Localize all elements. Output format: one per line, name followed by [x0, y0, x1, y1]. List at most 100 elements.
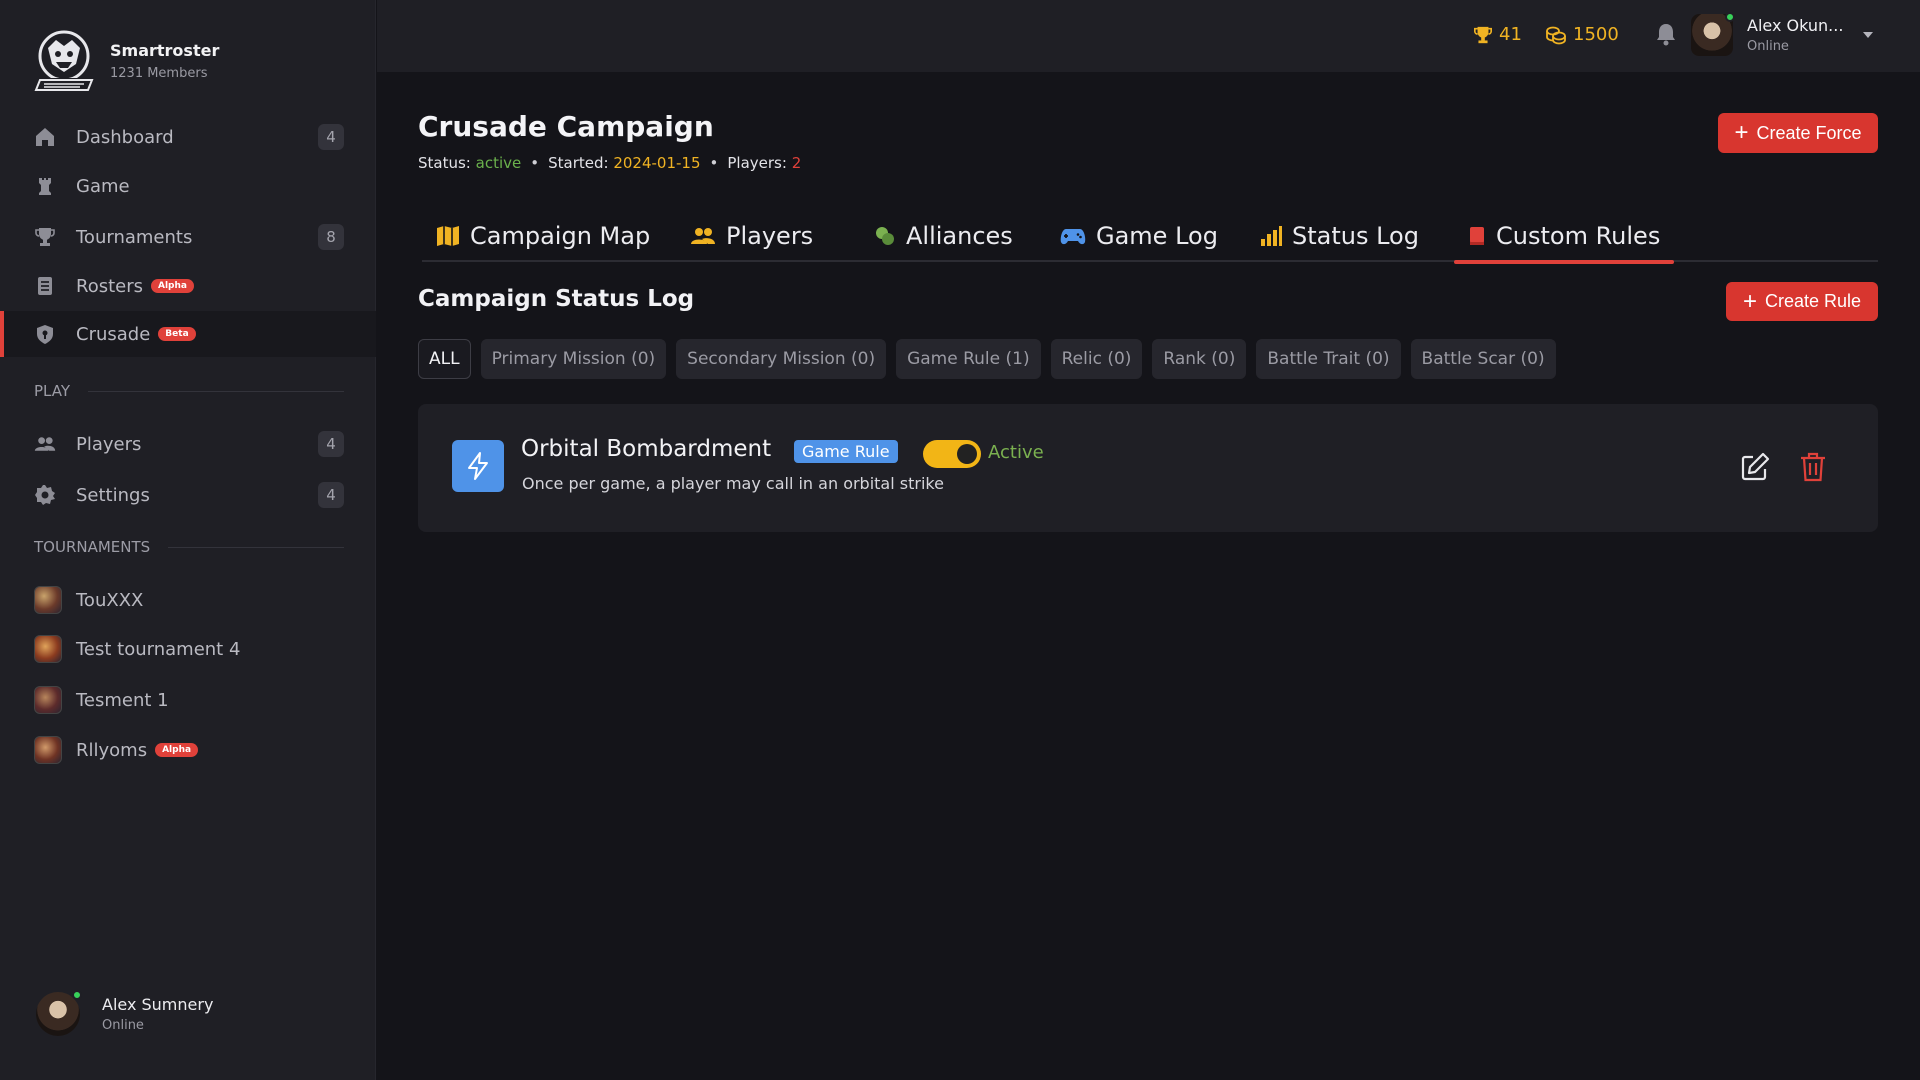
filter-chip-secondary-mission[interactable]: Secondary Mission (0) — [676, 339, 887, 379]
create-rule-button[interactable]: + Create Rule — [1726, 282, 1878, 321]
trophy-icon — [34, 226, 56, 248]
rule-card[interactable]: Orbital Bombardment Game Rule Active Onc… — [418, 404, 1878, 532]
tournament-avatar — [34, 736, 62, 764]
gamepad-icon — [1060, 229, 1086, 245]
tournament-label: TouXXX — [76, 589, 144, 611]
chess-rook-icon — [34, 175, 56, 197]
count-badge: 4 — [318, 482, 344, 508]
filter-chip-relic[interactable]: Relic (0) — [1050, 339, 1143, 379]
home-icon — [34, 126, 56, 148]
list-icon — [34, 275, 56, 297]
avatar — [36, 990, 82, 1036]
notifications-button[interactable] — [1655, 22, 1677, 50]
user-name: Alex Okun... — [1747, 16, 1844, 35]
lightning-icon — [452, 440, 504, 492]
tab-game-log[interactable]: Game Log — [1046, 210, 1232, 262]
sidebar-user[interactable]: Alex Sumnery Online — [36, 990, 214, 1036]
tab-label: Players — [726, 222, 814, 250]
member-count: 1231 Members — [110, 66, 208, 81]
button-label: Create Force — [1756, 122, 1862, 143]
plus-icon: + — [1742, 287, 1757, 315]
tab-custom-rules[interactable]: Custom Rules — [1454, 210, 1675, 264]
sidebar-item-dashboard[interactable]: Dashboard 4 — [0, 114, 376, 160]
section-label: TOURNAMENTS — [34, 538, 151, 556]
started-label: Started: — [548, 154, 609, 172]
section-title: Campaign Status Log — [418, 286, 695, 312]
plus-icon: + — [1734, 119, 1749, 146]
rule-description: Once per game, a player may call in an o… — [522, 474, 944, 493]
user-status: Online — [1747, 39, 1789, 54]
separator-dot: • — [530, 154, 540, 172]
players-label: Players: — [727, 154, 787, 172]
brand-name: Smartroster — [110, 41, 220, 60]
beta-badge: Beta — [158, 327, 196, 341]
sidebar-item-players[interactable]: Players 4 — [0, 421, 376, 467]
coin-count: 1500 — [1573, 24, 1619, 45]
sidebar-item-settings[interactable]: Settings 4 — [0, 472, 376, 518]
topbar-user-menu[interactable]: Alex Okun... Online — [1691, 12, 1844, 56]
bell-icon — [1657, 24, 1675, 46]
edit-rule-button[interactable] — [1738, 450, 1772, 484]
tab-status-log[interactable]: Status Log — [1246, 210, 1433, 262]
coins-icon — [1546, 26, 1566, 44]
sidebar-item-label: Rosters — [76, 275, 143, 297]
sidebar-item-game[interactable]: Game — [0, 163, 376, 209]
sidebar-item-label: Players — [76, 433, 142, 455]
button-label: Create Rule — [1764, 291, 1862, 311]
status-label: Status: — [418, 154, 471, 172]
map-icon — [437, 226, 459, 246]
user-status: Online — [102, 1018, 144, 1033]
filter-chip-all[interactable]: ALL — [418, 339, 471, 379]
sidebar-item-label: Crusade — [76, 323, 151, 345]
online-indicator — [72, 990, 82, 1000]
filter-chip-battle-scar[interactable]: Battle Scar (0) — [1410, 339, 1556, 379]
user-name: Alex Sumnery — [102, 995, 214, 1014]
filter-chip-battle-trait[interactable]: Battle Trait (0) — [1256, 339, 1401, 379]
tab-label: Status Log — [1292, 222, 1419, 250]
rule-state-label: Active — [988, 442, 1044, 463]
trophy-counter[interactable]: 41 — [1473, 24, 1522, 45]
sidebar-item-tournaments[interactable]: Tournaments 8 — [0, 214, 376, 260]
sidebar-tournament-item[interactable]: TouXXX — [0, 577, 376, 623]
campaign-tabs: Campaign Map Players Alliances Game Log … — [422, 210, 1878, 264]
tab-campaign-map[interactable]: Campaign Map — [422, 210, 664, 262]
coin-counter[interactable]: 1500 — [1545, 24, 1619, 45]
tournament-label: Rllyoms — [76, 739, 148, 761]
tab-alliances[interactable]: Alliances — [860, 210, 1027, 262]
sidebar-item-crusade[interactable]: Crusade Beta — [0, 311, 376, 357]
create-force-button[interactable]: + Create Force — [1718, 113, 1878, 153]
rule-active-toggle[interactable] — [923, 440, 981, 468]
chevron-down-icon[interactable] — [1863, 32, 1873, 38]
rule-name: Orbital Bombardment — [521, 436, 772, 462]
filter-chip-primary-mission[interactable]: Primary Mission (0) — [480, 339, 667, 379]
tab-label: Alliances — [906, 222, 1013, 250]
sidebar-item-label: Tournaments — [76, 226, 193, 248]
tournament-avatar — [34, 686, 62, 714]
rule-type-badge: Game Rule — [794, 440, 898, 463]
players-value: 2 — [791, 154, 802, 172]
tab-players[interactable]: Players — [676, 210, 827, 262]
delete-rule-button[interactable] — [1796, 450, 1830, 484]
sidebar: Smartroster 1231 Members Dashboard 4 Gam… — [0, 0, 376, 1080]
trophy-count: 41 — [1499, 24, 1522, 45]
sidebar-item-label: Settings — [76, 484, 150, 506]
alpha-badge: Alpha — [151, 279, 194, 293]
bar-chart-icon — [1261, 226, 1282, 246]
sidebar-tournament-item[interactable]: Tesment 1 — [0, 677, 376, 723]
tournament-avatar — [34, 586, 62, 614]
tab-label: Custom Rules — [1496, 222, 1661, 250]
separator-dot: • — [709, 154, 719, 172]
sidebar-item-label: Dashboard — [76, 126, 174, 148]
filter-chip-rank[interactable]: Rank (0) — [1152, 339, 1247, 379]
sidebar-tournament-item[interactable]: Test tournament 4 — [0, 626, 376, 672]
sidebar-tournament-item[interactable]: Rllyoms Alpha — [0, 727, 376, 773]
users-icon — [34, 433, 56, 455]
filter-chip-game-rule[interactable]: Game Rule (1) — [896, 339, 1041, 379]
shield-icon — [34, 323, 56, 345]
campaign-meta: Status: active • Started: 2024-01-15 • P… — [418, 154, 801, 172]
brand[interactable]: Smartroster 1231 Members — [30, 26, 219, 96]
sidebar-item-label: Game — [76, 175, 130, 197]
online-indicator — [1725, 12, 1735, 22]
sidebar-item-rosters[interactable]: Rosters Alpha — [0, 263, 376, 309]
count-badge: 4 — [318, 431, 344, 457]
